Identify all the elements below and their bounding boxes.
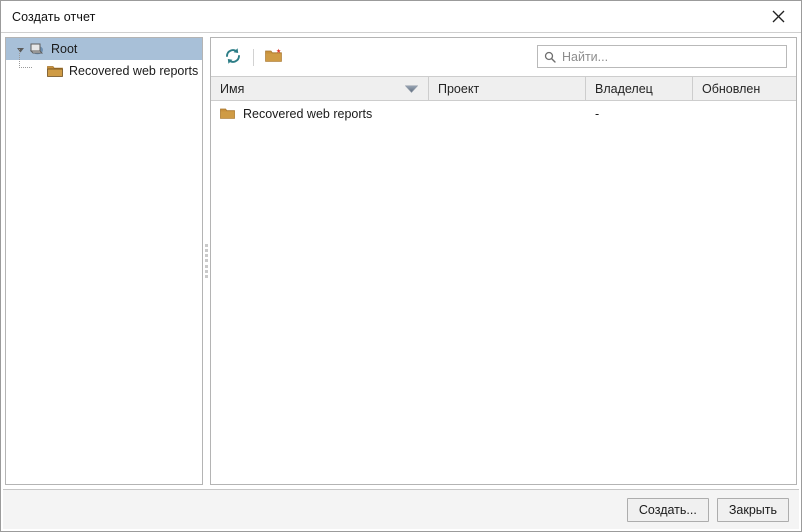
list-toolbar [211,38,796,76]
new-folder-button[interactable] [261,44,287,70]
tree-item-label: Recovered web reports [69,64,199,78]
column-header-owner[interactable]: Владелец [586,77,693,100]
column-header-label: Проект [438,81,480,96]
table-row[interactable]: Recovered web reports - [211,101,796,126]
dialog-titlebar: Создать отчет [1,1,801,33]
cell-name-label: Recovered web reports [243,106,373,121]
new-folder-icon [265,48,283,67]
splitter-grip [205,244,208,278]
column-header-project[interactable]: Проект [429,77,586,100]
search-icon [544,51,556,63]
pane-splitter[interactable] [203,37,210,485]
table-header-row: Имя Проект Владелец Обновлен [211,76,796,101]
folder-icon [220,107,235,120]
close-button[interactable] [756,1,801,31]
tree-item-label: Root [51,42,78,56]
column-header-updated[interactable]: Обновлен [693,77,796,100]
create-report-dialog: Создать отчет Root Recovered web reports… [0,0,802,532]
cell-name: Recovered web reports [211,107,429,121]
tree-item-recovered-web-reports[interactable]: Recovered web reports [6,49,202,82]
close-dialog-button[interactable]: Закрыть [716,497,789,522]
dialog-footer: Создать... Закрыть [3,489,799,529]
dialog-title: Создать отчет [12,9,96,24]
column-header-label: Владелец [595,81,653,96]
report-list-panel: Имя Про [210,37,797,485]
create-button[interactable]: Создать... [626,497,709,522]
database-icon [28,42,45,56]
sort-descending-icon [405,85,418,93]
tree-item-root[interactable]: Root [6,38,202,60]
search-input[interactable] [562,49,780,64]
column-header-label: Обновлен [702,81,761,96]
column-header-label: Имя [220,81,245,96]
table-body: Recovered web reports - [211,101,796,484]
close-icon [772,10,785,23]
dialog-body: Root Recovered web reports Найти... Имя … [1,33,801,485]
chevron-down-icon[interactable] [12,45,28,54]
folder-tree-panel: Root Recovered web reports [5,37,203,485]
cell-owner: - [595,106,600,121]
folder-icon [46,64,63,78]
refresh-icon [224,47,242,68]
refresh-button[interactable] [220,44,246,70]
toolbar-separator [253,48,254,66]
column-header-name[interactable]: Имя [211,77,429,100]
search-box[interactable] [537,45,787,68]
